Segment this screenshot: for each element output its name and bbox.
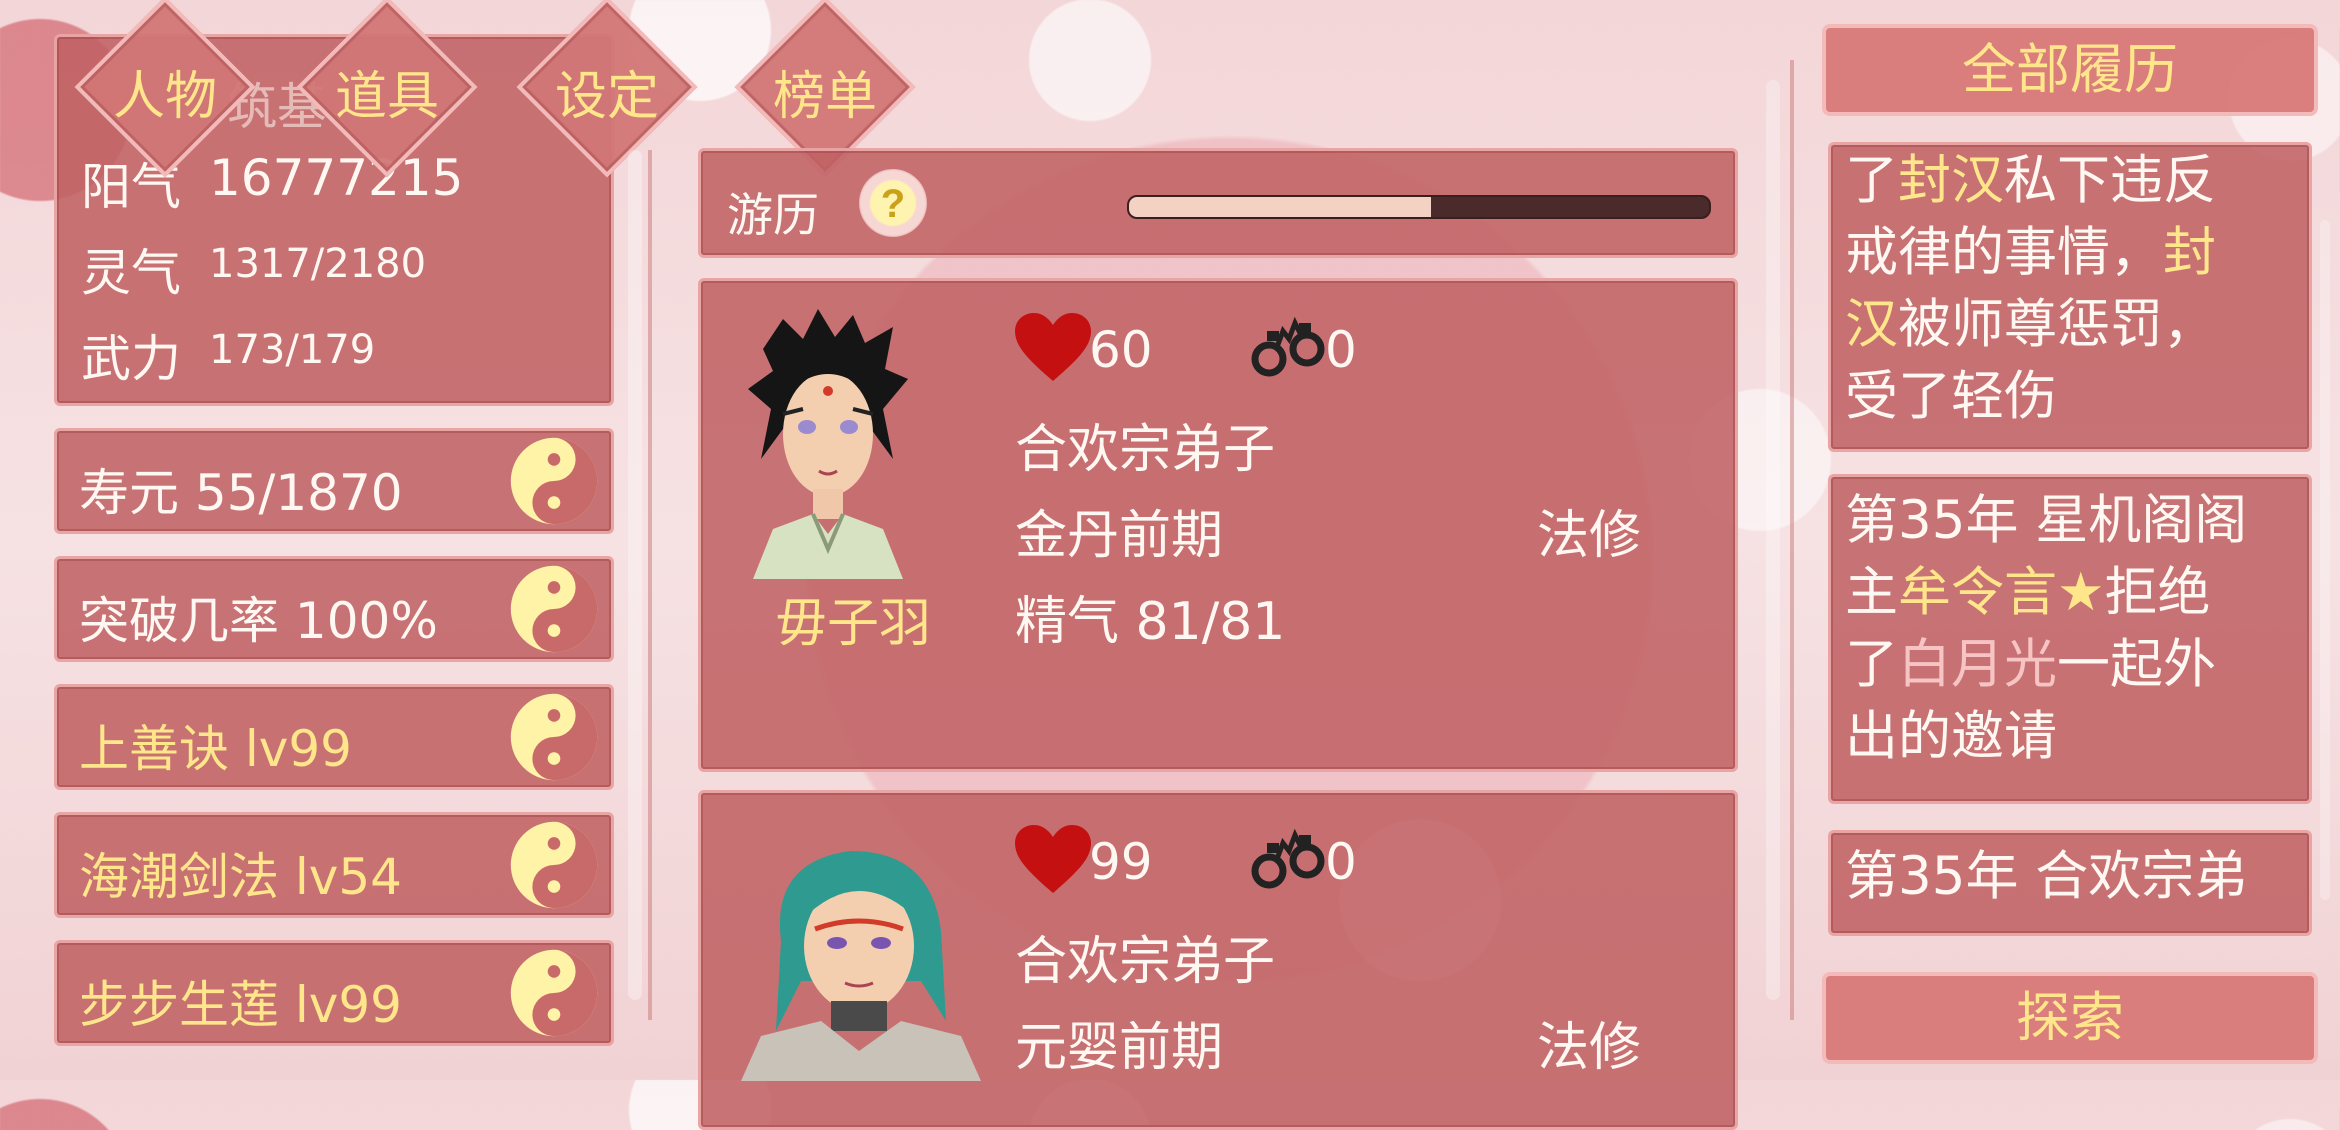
yin-yang-icon[interactable] <box>509 692 599 782</box>
history-segment: 受了轻伤 <box>1845 366 2057 427</box>
history-entry: 了封汉私下违反 戒律的事情，封 汉被师尊惩罚， 受了轻伤 <box>1828 142 2312 452</box>
yin-yang-icon[interactable] <box>509 436 599 526</box>
right-scrollbar[interactable] <box>2320 220 2330 900</box>
character-card[interactable]: 99 0 合欢宗弟子 元婴前期 法修 <box>698 790 1738 1130</box>
history-segment: 被师尊惩罚， <box>1898 294 2216 355</box>
character-portrait[interactable] <box>741 821 981 1085</box>
lingqi-value: 1317/2180 <box>209 241 427 287</box>
history-segment: 了 <box>1845 150 1898 211</box>
character-class: 法修 <box>1537 506 1642 566</box>
explore-button[interactable]: 探索 <box>1822 972 2318 1064</box>
attribute-label: 寿元 55/1870 <box>79 464 403 522</box>
history-segment: 封汉 <box>1898 150 2004 211</box>
left-scrollbar[interactable] <box>628 150 642 1000</box>
history-entry-text: 第35年 合欢宗弟 <box>1845 841 2247 913</box>
tab-settings[interactable]: 设定 <box>512 0 702 182</box>
character-name: 毋子羽 <box>775 594 932 654</box>
heart-icon <box>1015 825 1091 899</box>
history-segment: 汉 <box>1845 294 1898 355</box>
travel-progress-fill <box>1129 197 1431 217</box>
history-entry: 第35年 合欢宗弟 <box>1828 830 2312 936</box>
attribute-label: 步步生莲 lv99 <box>79 976 402 1034</box>
attribute-row[interactable]: 寿元 55/1870 <box>54 428 614 534</box>
attribute-label: 海潮剑法 lv54 <box>79 848 402 906</box>
affection-value: 60 <box>1089 321 1153 379</box>
history-segment: 私下违反 <box>2004 150 2216 211</box>
history-segment: 主 <box>1845 562 1898 623</box>
history-segment: 封 <box>2163 222 2216 283</box>
history-entry: 第35年 星机阁阁 主牟令言★拒绝 了白月光一起外 出的邀请 <box>1828 474 2312 804</box>
shackle-icon <box>1249 309 1329 385</box>
history-segment: 戒律的事情， <box>1845 222 2163 283</box>
character-sect: 合欢宗弟子 <box>1015 420 1276 480</box>
history-segment: 拒绝 <box>2104 562 2211 623</box>
tab-character[interactable]: 人物 <box>70 0 260 182</box>
lingqi-label: 灵气 <box>81 244 181 302</box>
shackle-value: 0 <box>1325 833 1357 891</box>
attribute-row[interactable]: 步步生莲 lv99 <box>54 940 614 1046</box>
wuli-value: 173/179 <box>209 327 376 373</box>
question-icon[interactable]: ? <box>859 169 927 237</box>
attribute-row[interactable]: 海潮剑法 lv54 <box>54 812 614 918</box>
character-realm: 金丹前期 <box>1015 506 1224 566</box>
shackle-value: 0 <box>1325 321 1357 379</box>
attribute-row[interactable]: 突破几率 100% <box>54 556 614 662</box>
history-segment: 第35年 合欢宗弟 <box>1845 846 2248 907</box>
middle-scrollbar[interactable] <box>1766 80 1780 1000</box>
character-class: 法修 <box>1537 1018 1642 1078</box>
character-essence: 精气 81/81 <box>1015 592 1286 652</box>
history-segment: 牟令言★ <box>1898 562 2105 623</box>
travel-label: 游历 <box>727 188 819 242</box>
travel-panel: 游历 ? <box>698 148 1738 258</box>
tab-items[interactable]: 道具 <box>292 0 482 182</box>
history-segment: 出的邀请 <box>1845 706 2057 767</box>
svg-text:?: ? <box>881 182 905 226</box>
shackle-icon <box>1249 821 1329 897</box>
middle-scroll-rail <box>1790 60 1794 1020</box>
history-segment: 了 <box>1845 634 1898 695</box>
yin-yang-icon[interactable] <box>509 820 599 910</box>
yin-yang-icon[interactable] <box>509 948 599 1038</box>
history-segment: 第35年 星机阁阁 <box>1845 490 2248 551</box>
history-segment: 一起外 <box>2057 634 2216 695</box>
character-portrait[interactable] <box>743 309 913 583</box>
character-realm: 元婴前期 <box>1015 1018 1224 1078</box>
history-entry-text: 第35年 星机阁阁 主牟令言★拒绝 了白月光一起外 出的邀请 <box>1845 485 2247 773</box>
history-entry-text: 了封汉私下违反 戒律的事情，封 汉被师尊惩罚， 受了轻伤 <box>1845 145 2216 433</box>
heart-icon <box>1015 313 1091 387</box>
yin-yang-icon[interactable] <box>509 564 599 654</box>
character-card[interactable]: 毋子羽 60 0 合欢宗弟子 金丹前期 法修 精气 81/81 <box>698 278 1738 772</box>
wuli-label: 武力 <box>81 330 181 388</box>
affection-value: 99 <box>1089 833 1153 891</box>
attribute-label: 突破几率 100% <box>79 592 438 650</box>
attribute-row[interactable]: 上善诀 lv99 <box>54 684 614 790</box>
all-history-button[interactable]: 全部履历 <box>1822 24 2318 116</box>
travel-progress-bar <box>1127 195 1711 219</box>
character-sect: 合欢宗弟子 <box>1015 932 1276 992</box>
left-scroll-rail <box>648 150 652 1020</box>
history-segment: 白月光 <box>1898 634 2057 695</box>
attribute-label: 上善诀 lv99 <box>79 720 352 778</box>
